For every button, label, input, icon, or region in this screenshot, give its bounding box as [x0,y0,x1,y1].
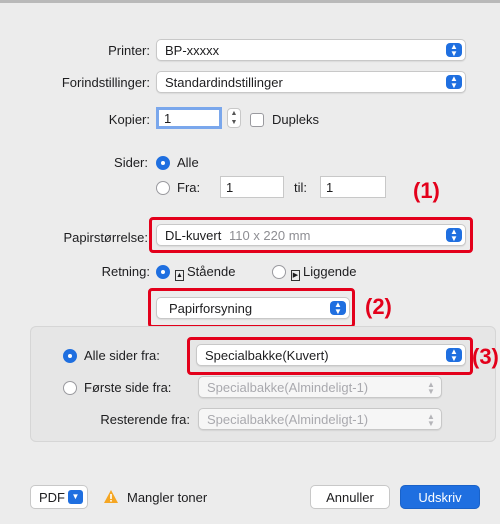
landscape-icon: ▶ [291,270,300,281]
chevron-updown-icon: ▲ ▼ [330,301,346,316]
all-pages-label: Alle sider fra: [84,348,160,363]
printer-value: BP-xxxxx [165,42,220,58]
copies-label: Kopier: [108,112,150,127]
pdf-button[interactable]: PDF ▼ [30,485,88,509]
chevron-updown-icon: ▲ ▼ [446,43,462,58]
all-pages-radio[interactable] [63,349,77,363]
pages-all-radio[interactable] [156,156,170,170]
paper-size-label: Papirstørrelse: [63,230,148,245]
first-page-value: Specialbakke(Almindeligt-1) [207,379,369,395]
first-page-popup[interactable]: Specialbakke(Almindeligt-1) ▲ ▼ [198,376,442,398]
duplex-label: Dupleks [272,112,319,127]
warning-text: Mangler toner [127,490,208,505]
section-menu-popup[interactable]: Papirforsyning ▲ ▼ [156,297,350,319]
copies-input[interactable]: 1 [156,107,222,129]
cancel-button[interactable]: Annuller [310,485,390,509]
first-page-label: Første side fra: [84,380,172,395]
pages-range-radio[interactable] [156,181,170,195]
chevron-updown-icon: ▲ ▼ [446,228,462,243]
chevron-updown-icon: ▲ ▼ [427,412,435,428]
pages-from-label: Fra: [177,180,201,195]
chevron-updown-icon: ▲ ▼ [427,380,435,396]
all-pages-value: Specialbakke(Kuvert) [205,347,329,363]
pages-label: Sider: [114,155,148,170]
duplex-checkbox[interactable] [250,113,264,127]
pages-to-input[interactable]: 1 [320,176,386,198]
all-pages-popup[interactable]: Specialbakke(Kuvert) ▲ ▼ [196,344,466,366]
pages-from-value: 1 [226,179,234,195]
paper-size-popup[interactable]: DL-kuvert 110 x 220 mm ▲ ▼ [156,224,466,246]
pages-to-label: til: [294,180,307,195]
warning-icon [104,490,118,503]
callout-1: (1) [413,178,440,203]
orientation-landscape-label: Liggende [303,264,357,279]
copies-stepper[interactable]: ▲ ▼ [227,108,241,128]
pages-to-value: 1 [326,179,334,195]
presets-popup[interactable]: Standardindstillinger ▲ ▼ [156,71,466,93]
orientation-portrait: ▲ Stående [175,264,235,281]
presets-value: Standardindstillinger [165,74,283,90]
print-button[interactable]: Udskriv [400,485,480,509]
remaining-value: Specialbakke(Almindeligt-1) [207,411,369,427]
section-menu-value: Papirforsyning [169,300,253,316]
printer-label: Printer: [108,43,150,58]
pages-all-label: Alle [177,155,199,170]
first-page-radio[interactable] [63,381,77,395]
print-dialog: Printer: BP-xxxxx ▲ ▼ Forindstillinger: S… [0,0,500,524]
orientation-portrait-radio[interactable] [156,265,170,279]
paper-size-detail: 110 x 220 mm [228,227,311,243]
remaining-popup[interactable]: Specialbakke(Almindeligt-1) ▲ ▼ [198,408,442,430]
orientation-landscape: ▶ Liggende [291,264,357,281]
copies-value: 1 [164,110,172,126]
portrait-icon: ▲ [175,270,184,281]
chevron-updown-icon: ▲ ▼ [446,348,462,363]
chevron-updown-icon: ▲ ▼ [446,75,462,90]
callout-2: (2) [365,294,392,319]
paper-size-value: DL-kuvert [165,227,222,243]
presets-label: Forindstillinger: [61,75,150,90]
pdf-label: PDF [39,489,65,505]
orientation-portrait-label: Stående [187,264,236,279]
pages-from-input[interactable]: 1 [220,176,284,198]
callout-3: (3) [472,344,499,369]
chevron-down-icon: ▼ [68,490,83,504]
remaining-label: Resterende fra: [100,412,190,427]
orientation-landscape-radio[interactable] [272,265,286,279]
printer-popup[interactable]: BP-xxxxx ▲ ▼ [156,39,466,61]
orientation-label: Retning: [101,264,150,279]
